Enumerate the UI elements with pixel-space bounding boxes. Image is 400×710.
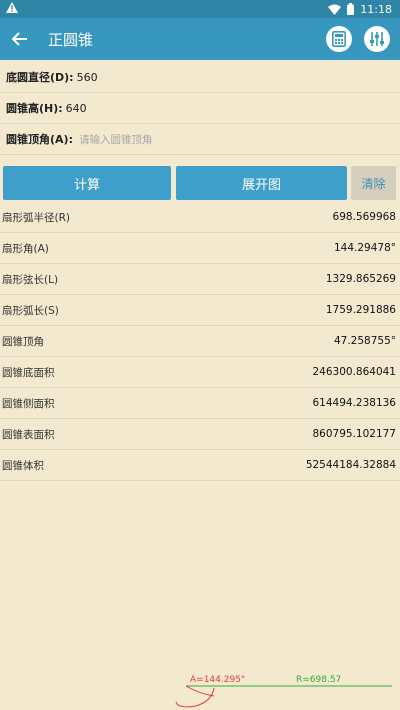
action-buttons: 计算 展开图 清除 [0, 166, 400, 200]
result-label: 圆锥顶角 [2, 335, 44, 348]
sliders-icon [370, 32, 384, 46]
calculator-icon [332, 31, 346, 47]
angle-label: A=144.295° [190, 675, 246, 685]
app-bar: 正圆锥 [0, 18, 400, 60]
list-item: 圆锥底面积 246300.864041 [0, 357, 400, 388]
list-item: 圆锥侧面积 614494.238136 [0, 388, 400, 419]
result-label: 圆锥体积 [2, 459, 44, 472]
page-title: 正圆锥 [48, 30, 94, 49]
result-label: 圆锥底面积 [2, 366, 55, 379]
result-label: 圆锥表面积 [2, 428, 55, 441]
clear-button[interactable]: 清除 [351, 166, 396, 200]
result-value: 614494.238136 [312, 397, 396, 409]
diameter-input[interactable]: 560 [77, 71, 98, 84]
settings-sliders-button[interactable] [364, 26, 390, 52]
result-value: 47.258755° [333, 335, 396, 347]
height-label: 圆锥高(H): [6, 102, 63, 115]
radius-label: R=698.57 [296, 675, 342, 685]
results-list: 扇形弧半径(R) 698.569968 扇形角(A) 144.29478° 扇形弦长… [0, 202, 400, 481]
result-value: 860795.102177 [312, 428, 396, 440]
warning-icon [6, 2, 18, 16]
diameter-label: 底圆直径(D): [6, 71, 74, 84]
list-item: 扇形弧长(S) 1759.291886 [0, 295, 400, 326]
wifi-icon [328, 4, 342, 15]
calculator-button[interactable] [326, 26, 352, 52]
apex-angle-input[interactable]: 请输入圆锥顶角 [79, 132, 153, 147]
diameter-field[interactable]: 底圆直径(D): 560 [0, 62, 400, 93]
input-form: 底圆直径(D): 560 圆锥高(H): 640 圆锥顶角(A): 请输入圆锥顶… [0, 62, 400, 155]
status-bar: 11:18 [0, 0, 400, 18]
result-label: 圆锥侧面积 [2, 397, 55, 410]
list-item: 扇形弧半径(R) 698.569968 [0, 202, 400, 233]
status-time: 11:18 [360, 2, 392, 16]
apex-angle-label: 圆锥顶角(A): [6, 133, 73, 146]
result-value: 144.29478° [333, 242, 396, 254]
list-item: 圆锥顶角 47.258755° [0, 326, 400, 357]
result-value: 246300.864041 [312, 366, 396, 378]
apex-angle-field[interactable]: 圆锥顶角(A): 请输入圆锥顶角 [0, 124, 400, 155]
height-field[interactable]: 圆锥高(H): 640 [0, 93, 400, 124]
result-value: 52544184.32884 [305, 459, 396, 471]
result-label: 扇形弧长(S) [2, 304, 59, 317]
result-value: 1329.865269 [325, 273, 396, 285]
back-button[interactable] [0, 18, 40, 60]
result-value: 1759.291886 [325, 304, 396, 316]
height-input[interactable]: 640 [66, 102, 87, 115]
expansion-diagram: A=144.295° R=698.57 [0, 668, 400, 710]
calculate-button[interactable]: 计算 [3, 166, 171, 200]
result-label: 扇形弧半径(R) [2, 211, 70, 224]
expand-diagram-button[interactable]: 展开图 [176, 166, 347, 200]
list-item: 扇形弦长(L) 1329.865269 [0, 264, 400, 295]
list-item: 圆锥体积 52544184.32884 [0, 450, 400, 481]
list-item: 扇形角(A) 144.29478° [0, 233, 400, 264]
battery-icon [347, 3, 355, 15]
result-label: 扇形角(A) [2, 242, 49, 255]
arrow-left-icon [12, 32, 27, 46]
result-value: 698.569968 [332, 211, 396, 223]
result-label: 扇形弦长(L) [2, 273, 59, 286]
list-item: 圆锥表面积 860795.102177 [0, 419, 400, 450]
